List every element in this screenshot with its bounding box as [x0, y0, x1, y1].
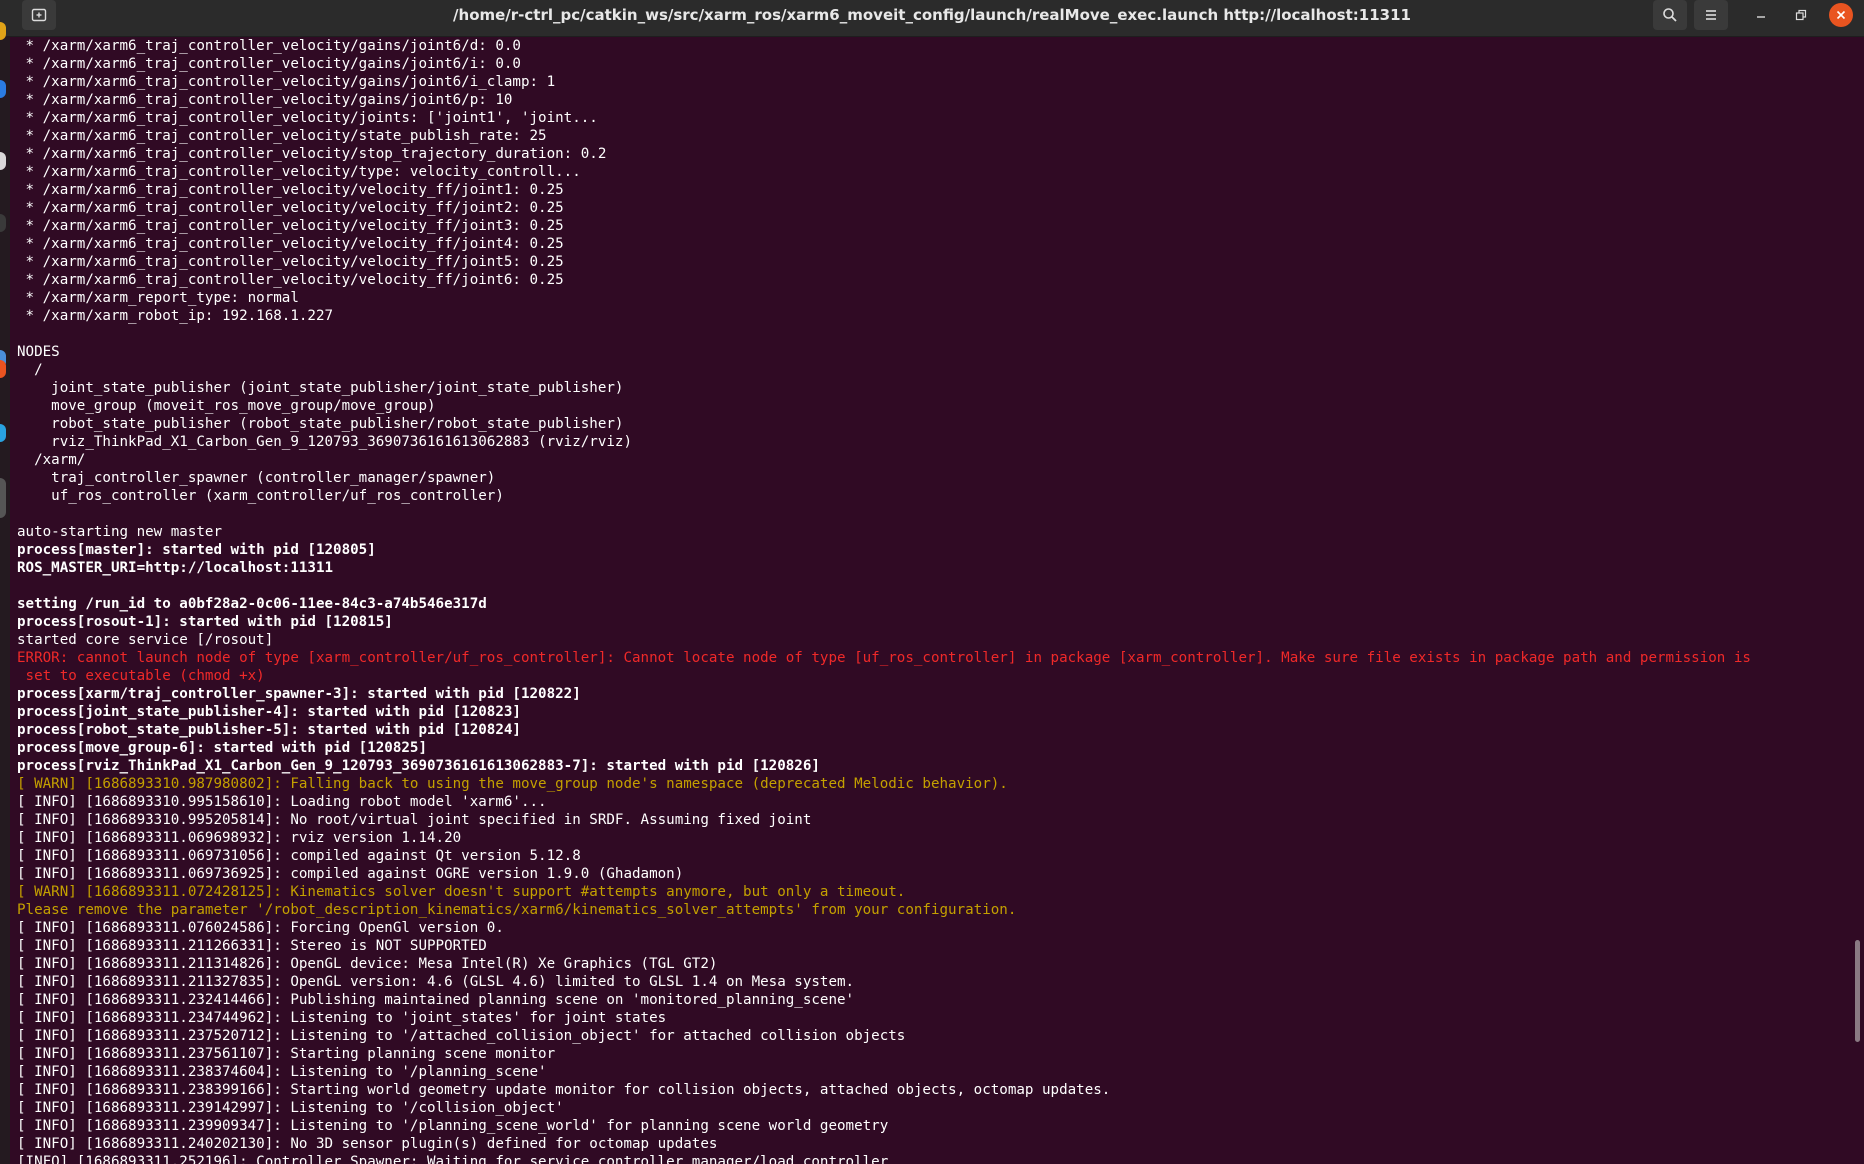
dock-app-icon[interactable]	[0, 424, 6, 442]
new-tab-button[interactable]	[22, 0, 56, 30]
search-icon	[1663, 8, 1677, 22]
dock-app-icon[interactable]	[0, 214, 6, 232]
terminal-line: * /xarm/xarm6_traj_controller_velocity/t…	[17, 164, 581, 180]
terminal-line: * /xarm/xarm6_traj_controller_velocity/s…	[17, 146, 607, 162]
terminal-line: [ INFO] [1686893311.211266331]: Stereo i…	[17, 938, 487, 954]
terminal-line: auto-starting new master	[17, 524, 222, 540]
dock-edge	[0, 22, 10, 1164]
close-button[interactable]	[1829, 3, 1853, 27]
terminal-line: robot_state_publisher (robot_state_publi…	[17, 416, 624, 432]
hamburger-menu-icon	[1706, 10, 1716, 20]
dock-app-icon[interactable]	[0, 80, 6, 98]
terminal-line: process[rviz_ThinkPad_X1_Carbon_Gen_9_12…	[17, 758, 820, 774]
dock-app-icon[interactable]	[0, 360, 6, 378]
dock-app-icon[interactable]	[0, 22, 6, 40]
terminal-line: process[master]: started with pid [12080…	[17, 542, 376, 558]
terminal-line: * /xarm/xarm6_traj_controller_velocity/v…	[17, 236, 564, 252]
terminal-line: * /xarm/xarm6_traj_controller_velocity/g…	[17, 38, 521, 54]
terminal-line: * /xarm/xarm6_traj_controller_velocity/s…	[17, 128, 547, 144]
terminal-line: set to executable (chmod +x)	[17, 668, 265, 684]
terminal-line: * /xarm/xarm6_traj_controller_velocity/v…	[17, 272, 564, 288]
terminal-line: joint_state_publisher (joint_state_publi…	[17, 380, 624, 396]
maximize-button[interactable]	[1784, 0, 1818, 30]
menu-button[interactable]	[1694, 0, 1728, 30]
terminal-line: uf_ros_controller (xarm_controller/uf_ro…	[17, 488, 504, 504]
terminal-line: [INFO] [1686893311.252196]: Controller S…	[17, 1154, 889, 1164]
terminal-line: [ INFO] [1686893311.211314826]: OpenGL d…	[17, 956, 718, 972]
terminal-line: [ INFO] [1686893311.234744962]: Listenin…	[17, 1010, 667, 1026]
terminal-line: [ INFO] [1686893310.995158610]: Loading …	[17, 794, 547, 810]
new-tab-icon	[31, 8, 47, 22]
terminal-line: started core service [/rosout]	[17, 632, 274, 648]
terminal-line: * /xarm/xarm6_traj_controller_velocity/g…	[17, 74, 556, 90]
title-bar[interactable]: /home/r-ctrl_pc/catkin_ws/src/xarm_ros/x…	[0, 0, 1864, 37]
terminal-line: rviz_ThinkPad_X1_Carbon_Gen_9_120793_369…	[17, 434, 632, 450]
terminal-line: [ INFO] [1686893311.069698932]: rviz ver…	[17, 830, 462, 846]
terminal-line: [ INFO] [1686893311.076024586]: Forcing …	[17, 920, 504, 936]
terminal-line: process[move_group-6]: started with pid …	[17, 740, 427, 756]
maximize-icon	[1795, 9, 1807, 21]
terminal-line: [ WARN] [1686893311.072428125]: Kinemati…	[17, 884, 906, 900]
terminal-line: * /xarm/xarm6_traj_controller_velocity/v…	[17, 218, 564, 234]
terminal-line: [ WARN] [1686893310.987980802]: Falling …	[17, 776, 1008, 792]
terminal-line: [ INFO] [1686893311.239909347]: Listenin…	[17, 1118, 889, 1134]
terminal-line: traj_controller_spawner (controller_mana…	[17, 470, 496, 486]
terminal-line: [ INFO] [1686893311.238399166]: Starting…	[17, 1082, 1111, 1098]
terminal-line: * /xarm/xarm6_traj_controller_velocity/v…	[17, 200, 564, 216]
terminal-line: NODES	[17, 344, 60, 360]
terminal-line: [ INFO] [1686893310.995205814]: No root/…	[17, 812, 812, 828]
terminal-line: * /xarm/xarm6_traj_controller_velocity/v…	[17, 254, 564, 270]
close-icon	[1836, 10, 1846, 20]
terminal-line: [ INFO] [1686893311.239142997]: Listenin…	[17, 1100, 564, 1116]
search-button[interactable]	[1653, 0, 1687, 30]
terminal-line: * /xarm/xarm6_traj_controller_velocity/g…	[17, 56, 521, 72]
terminal-line: Please remove the parameter '/robot_desc…	[17, 902, 1017, 918]
terminal-line: process[robot_state_publisher-5]: starte…	[17, 722, 521, 738]
dock-app-icon[interactable]	[0, 478, 6, 518]
terminal-line: move_group (moveit_ros_move_group/move_g…	[17, 398, 436, 414]
terminal-line: * /xarm/xarm_report_type: normal	[17, 290, 299, 306]
minimize-button[interactable]	[1744, 0, 1778, 30]
terminal-line: process[rosout-1]: started with pid [120…	[17, 614, 393, 630]
terminal-scrollbar[interactable]	[1855, 940, 1860, 1042]
terminal-line: ROS_MASTER_URI=http://localhost:11311	[17, 560, 334, 576]
window-title: /home/r-ctrl_pc/catkin_ws/src/xarm_ros/x…	[453, 6, 1411, 24]
terminal-line: * /xarm/xarm6_traj_controller_velocity/v…	[17, 182, 564, 198]
terminal-line: [ INFO] [1686893311.211327835]: OpenGL v…	[17, 974, 855, 990]
terminal-window: /home/r-ctrl_pc/catkin_ws/src/xarm_ros/x…	[0, 0, 1864, 1164]
terminal-line: [ INFO] [1686893311.069731056]: compiled…	[17, 848, 581, 864]
minimize-icon	[1757, 16, 1765, 18]
terminal-line: [ INFO] [1686893311.237561107]: Starting…	[17, 1046, 556, 1062]
terminal-line: /xarm/	[17, 452, 86, 468]
terminal-line: /	[17, 362, 43, 378]
terminal-line: * /xarm/xarm_robot_ip: 192.168.1.227	[17, 308, 334, 324]
terminal-line: setting /run_id to a0bf28a2-0c06-11ee-84…	[17, 596, 487, 612]
terminal-line: * /xarm/xarm6_traj_controller_velocity/j…	[17, 110, 598, 126]
terminal-line: ERROR: cannot launch node of type [xarm_…	[17, 650, 1751, 666]
terminal-line: process[joint_state_publisher-4]: starte…	[17, 704, 521, 720]
terminal-line: [ INFO] [1686893311.238374604]: Listenin…	[17, 1064, 547, 1080]
dock-app-icon[interactable]	[0, 152, 6, 170]
terminal-line: [ INFO] [1686893311.232414466]: Publishi…	[17, 992, 855, 1008]
terminal-output[interactable]: * /xarm/xarm6_traj_controller_velocity/g…	[17, 37, 1847, 1164]
terminal-line: [ INFO] [1686893311.240202130]: No 3D se…	[17, 1136, 718, 1152]
terminal-line: [ INFO] [1686893311.237520712]: Listenin…	[17, 1028, 906, 1044]
terminal-line: * /xarm/xarm6_traj_controller_velocity/g…	[17, 92, 513, 108]
terminal-line: process[xarm/traj_controller_spawner-3]:…	[17, 686, 581, 702]
terminal-line: [ INFO] [1686893311.069736925]: compiled…	[17, 866, 684, 882]
